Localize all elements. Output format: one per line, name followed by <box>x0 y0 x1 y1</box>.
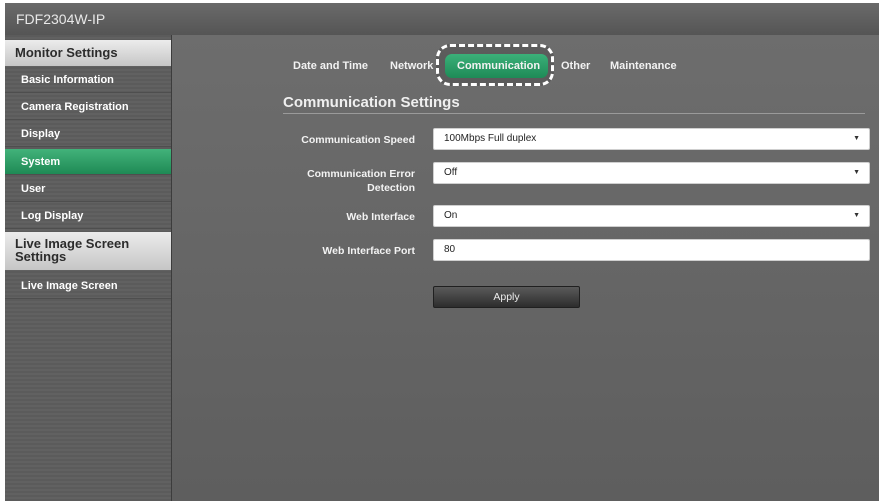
section-title: Communication Settings <box>283 94 460 111</box>
communication-speed-label: Communication Speed <box>301 134 415 146</box>
communication-error-detection-label: Communication Error Detection <box>307 168 415 194</box>
communication-error-detection-value: Off <box>444 167 458 178</box>
tab-communication[interactable]: Communication <box>445 54 548 78</box>
sidebar: Monitor Settings Basic Information Camer… <box>5 35 172 501</box>
apply-button[interactable]: Apply <box>433 286 580 308</box>
web-interface-value: On <box>444 210 458 221</box>
web-interface-label: Web Interface <box>346 211 415 223</box>
tab-maintenance[interactable]: Maintenance <box>610 54 677 78</box>
sidebar-item-user[interactable]: User <box>5 176 171 202</box>
sidebar-item-live-image-screen[interactable]: Live Image Screen <box>5 273 171 299</box>
dropdown-caret-icon: ▼ <box>853 212 860 219</box>
section-divider <box>283 113 865 114</box>
dropdown-caret-icon: ▼ <box>853 135 860 142</box>
sidebar-item-basic-information[interactable]: Basic Information <box>5 67 171 93</box>
communication-error-detection-select[interactable]: Off ▼ <box>433 162 870 184</box>
sidebar-section-monitor-settings: Monitor Settings <box>5 40 171 66</box>
sidebar-item-display[interactable]: Display <box>5 121 171 147</box>
sidebar-item-log-display[interactable]: Log Display <box>5 203 171 229</box>
sidebar-section-live-image-screen-settings: Live Image Screen Settings <box>5 232 171 270</box>
tab-network[interactable]: Network <box>390 54 433 78</box>
tab-other[interactable]: Other <box>561 54 590 78</box>
web-interface-port-input[interactable]: 80 <box>433 239 870 261</box>
app-title: FDF2304W-IP <box>5 3 879 35</box>
web-interface-select[interactable]: On ▼ <box>433 205 870 227</box>
dropdown-caret-icon: ▼ <box>853 169 860 176</box>
tab-date-and-time[interactable]: Date and Time <box>293 54 368 78</box>
web-interface-port-value: 80 <box>444 244 456 255</box>
web-interface-port-label: Web Interface Port <box>322 245 415 257</box>
communication-speed-value: 100Mbps Full duplex <box>444 133 537 144</box>
sidebar-item-system[interactable]: System <box>5 149 171 175</box>
sidebar-item-camera-registration[interactable]: Camera Registration <box>5 94 171 120</box>
communication-speed-select[interactable]: 100Mbps Full duplex ▼ <box>433 128 870 150</box>
app-window: FDF2304W-IP Monitor Settings Basic Infor… <box>5 3 879 501</box>
main-content: Date and Time Network Communication Othe… <box>172 35 879 501</box>
